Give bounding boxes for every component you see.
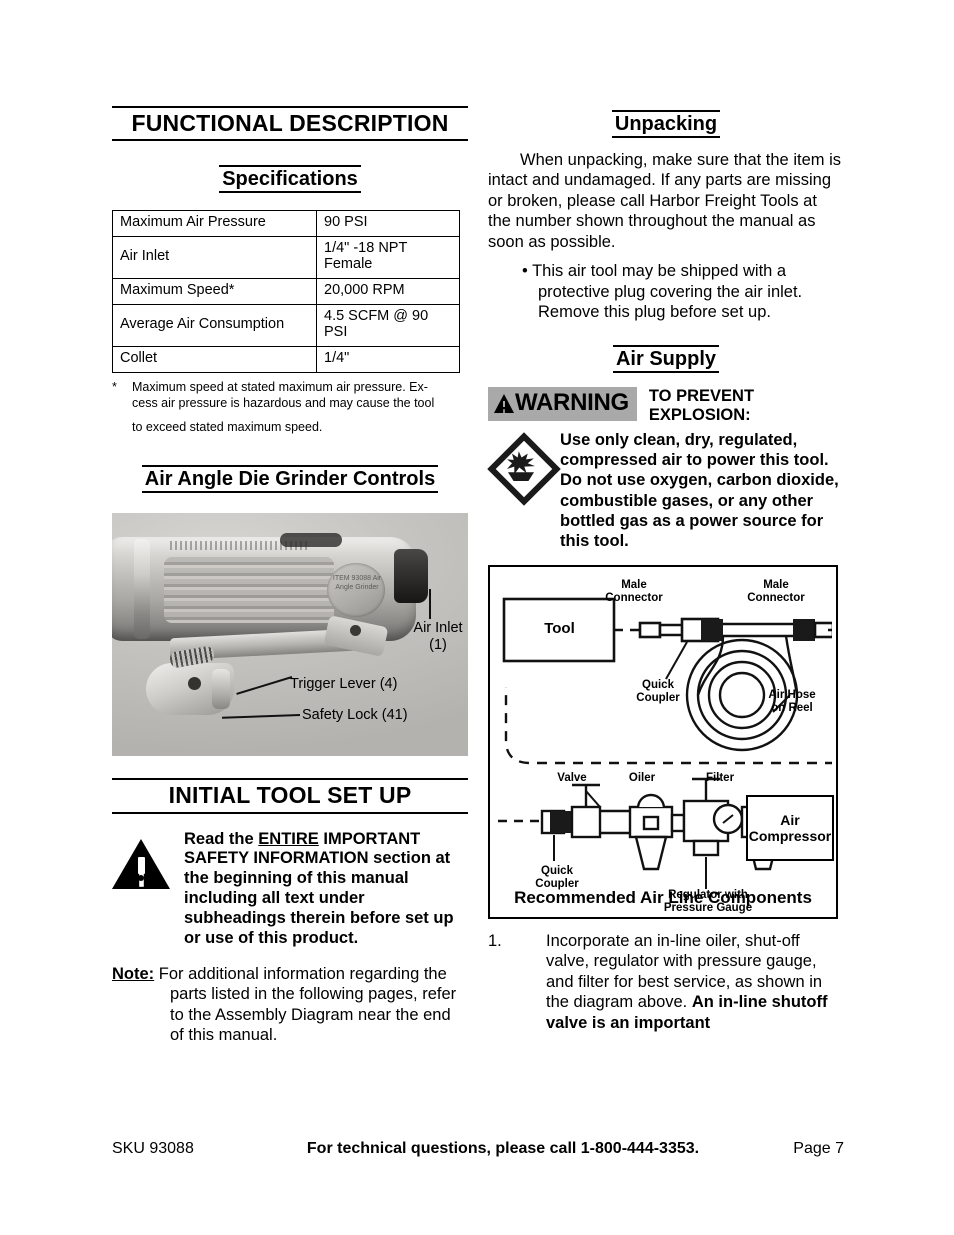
spec-key: Maximum Speed* — [112, 278, 317, 306]
specifications-heading: Specifications — [112, 165, 468, 194]
grinder-collar — [134, 539, 150, 640]
setup-warning-block: Read the ENTIRE IMPORTANT SAFETY INFORMA… — [112, 830, 468, 949]
explosion-hazard-icon-cell — [487, 430, 561, 506]
warning-body-row: Use only clean, dry, regulated, compress… — [487, 430, 844, 551]
table-row: Maximum Speed* 20,000 RPM — [112, 278, 460, 306]
footnote-marker: * — [112, 379, 117, 394]
grinder-badge-text: ITEM 93088 Air Angle Grinder — [332, 575, 382, 592]
spec-value: 1/4" — [316, 345, 460, 373]
callout-air-inlet: Air Inlet (1) — [408, 620, 468, 653]
spec-key: Air Inlet — [112, 236, 317, 280]
diagram-label-oiler: Oiler — [628, 771, 656, 784]
warning-triangle-icon — [112, 838, 170, 889]
callout-trigger-lever: Trigger Lever (4) — [290, 676, 398, 693]
air-supply-heading-text: Air Supply — [612, 344, 719, 373]
warning-badge-label: WARNING — [515, 389, 629, 417]
diagram-label-tool: Tool — [544, 619, 575, 637]
footer-page-number: Page 7 — [793, 1140, 844, 1157]
section-title-initial-tool-set-up: INITIAL TOOL SET UP — [112, 778, 468, 814]
warning-heading-line-2: EXPLOSION: — [648, 406, 751, 425]
warning-triangle-icon-cell — [112, 830, 184, 889]
grinder-grip — [164, 557, 334, 624]
quick-coupler-bottom-line1: Quick — [541, 864, 573, 877]
diagram-label-male-connector-left: Male Connector — [586, 579, 682, 605]
air-compressor-line1: Air — [780, 811, 800, 828]
unpacking-bullet: • This air tool may be shipped with a pr… — [522, 262, 803, 322]
air-hose-line1: Air Hose — [768, 688, 816, 701]
diagram-label-air-hose: Air Hose on Reel — [752, 689, 832, 715]
specifications-footnote: * Maximum speed at stated maximum air pr… — [112, 379, 468, 436]
warning-heading-line-1: TO PREVENT — [648, 386, 755, 405]
warning-badge: WARNING — [488, 386, 637, 421]
diagram-box-air-compressor: Air Compressor — [746, 794, 834, 861]
quick-coupler-top-line2: Coupler — [636, 691, 680, 704]
controls-heading: Air Angle Die Grinder Controls — [112, 465, 468, 494]
table-row: Collet 1/4" — [112, 345, 460, 373]
diagram-label-quick-coupler-bottom: Quick Coupler — [512, 865, 602, 891]
left-column: FUNCTIONAL DESCRIPTION Specifications Ma… — [112, 106, 468, 1045]
warning-triangle-small-icon — [494, 393, 514, 413]
unpacking-paragraph: When unpacking, make sure that the item … — [488, 151, 841, 251]
warning-heading: TO PREVENT EXPLOSION: — [637, 387, 754, 427]
footnote-line-2: cess air pressure is hazardous and may c… — [132, 396, 435, 411]
callout-air-inlet-number: (1) — [429, 636, 447, 653]
spec-key: Collet — [112, 345, 317, 373]
table-row: Maximum Air Pressure 90 PSI — [112, 210, 460, 238]
setup-warning-pre: Read the — [184, 829, 259, 848]
diagram-label-filter: Filter — [705, 771, 735, 784]
air-line-diagram: Male Connector Male Connector Tool Quick… — [488, 564, 838, 919]
controls-heading-text: Air Angle Die Grinder Controls — [141, 465, 439, 494]
grinder-safety-lock — [212, 669, 230, 710]
male-connector-right-line1: Male — [763, 578, 789, 591]
diagram-label-quick-coupler-top: Quick Coupler — [612, 679, 704, 705]
document-page: FUNCTIONAL DESCRIPTION Specifications Ma… — [0, 0, 954, 1235]
spec-key: Average Air Consumption — [112, 304, 317, 347]
male-connector-left-line2: Connector — [605, 591, 663, 604]
page-footer: SKU 93088 For technical questions, pleas… — [112, 1140, 844, 1158]
unpacking-heading-text: Unpacking — [611, 110, 721, 138]
warning-banner-row: WARNING TO PREVENT EXPLOSION: — [488, 386, 844, 427]
spec-key: Maximum Air Pressure — [112, 210, 317, 238]
specifications-table: Maximum Air Pressure 90 PSI Air Inlet 1/… — [112, 210, 460, 373]
footnote-line-1: Maximum speed at stated maximum air pres… — [132, 379, 428, 394]
setup-warning-entire: ENTIRE — [258, 829, 319, 848]
diagram-caption: Recommended Air Line Components — [514, 887, 812, 907]
spec-value: 90 PSI — [316, 210, 460, 238]
note-block: Note: For additional information regardi… — [112, 964, 468, 1045]
page-title-functional-description: FUNCTIONAL DESCRIPTION — [112, 106, 468, 142]
setup-warning-text: Read the ENTIRE IMPORTANT SAFETY INFORMA… — [184, 830, 468, 949]
callout-safety-lock: Safety Lock (41) — [302, 707, 408, 724]
male-connector-right-line2: Connector — [747, 591, 805, 604]
spec-value: 1/4" -18 NPT Female — [316, 236, 460, 280]
warning-body-text: Use only clean, dry, regulated, compress… — [560, 431, 839, 550]
male-connector-left-line1: Male — [621, 578, 647, 591]
air-compressor-line2: Compressor — [748, 827, 832, 844]
note-text: For additional information regarding the… — [158, 965, 457, 1044]
table-row: Average Air Consumption 4.5 SCFM @ 90 PS… — [112, 304, 460, 347]
air-hose-line2: on Reel — [771, 701, 813, 714]
table-row: Air Inlet 1/4" -18 NPT Female — [112, 236, 460, 280]
explosion-hazard-icon — [487, 432, 561, 506]
specifications-heading-text: Specifications — [219, 165, 361, 194]
spec-value: 4.5 SCFM @ 90 PSI — [316, 304, 460, 347]
spec-value: 20,000 RPM — [316, 278, 460, 306]
diagram-label-valve: Valve — [557, 771, 587, 784]
right-column: Unpacking When unpacking, make sure that… — [487, 106, 844, 1033]
grinder-exhaust-slot — [280, 533, 342, 548]
diagram-label-male-connector-right: Male Connector — [728, 579, 824, 605]
numbered-list-item-1: 1. Incorporate an in-line oiler, shut-off… — [488, 931, 844, 1033]
footer-technical-questions: For technical questions, please call 1-8… — [306, 1140, 700, 1157]
footer-sku: SKU 93088 — [112, 1140, 194, 1157]
die-grinder-photo-figure: ITEM 93088 Air Angle Grinder Air Inlet (… — [112, 513, 468, 757]
callout-air-inlet-label: Air Inlet — [413, 620, 463, 637]
footnote-line-3: to exceed stated maximum speed. — [132, 419, 323, 434]
unpacking-heading: Unpacking — [488, 110, 844, 138]
air-supply-heading: Air Supply — [488, 344, 844, 373]
leader-line-air-inlet — [429, 589, 431, 620]
list-item-number: 1. — [488, 931, 502, 950]
grinder-air-inlet-fitting — [394, 549, 428, 604]
quick-coupler-top-line1: Quick — [642, 678, 674, 691]
note-label: Note: — [112, 965, 155, 984]
